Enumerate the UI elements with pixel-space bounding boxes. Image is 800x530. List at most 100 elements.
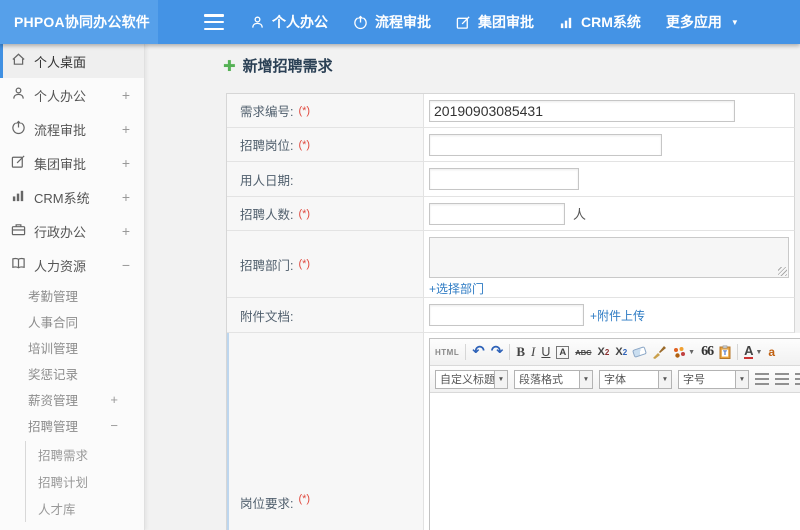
align-right-icon[interactable] [795, 373, 800, 385]
field-label-cell: 附件文档: [227, 298, 424, 332]
expand-plus-icon[interactable]: + [110, 392, 118, 407]
eraser-button[interactable] [632, 346, 648, 358]
sidebar-item-recruitment[interactable]: 招聘管理 − [0, 412, 144, 438]
field-label-cell: 招聘岗位: (*) [227, 128, 424, 161]
field-value-cell: HTML ↶ ↷ B I U A ABC X2 X2 ▼ 66 T A ▼ a … [424, 333, 800, 530]
nav-more-apps[interactable]: 更多应用 ▼ [666, 12, 739, 32]
headcount-input[interactable] [429, 202, 565, 225]
sidebar-subitem-label: 考勤管理 [28, 289, 79, 304]
hamburger-menu-icon[interactable] [204, 14, 224, 30]
align-left-icon[interactable] [755, 373, 769, 385]
nav-group-approval[interactable]: 集团审批 [456, 12, 534, 32]
subscript-button[interactable]: X2 [615, 346, 627, 358]
sidebar-item-salary[interactable]: 薪资管理 + [0, 386, 144, 412]
recruit-position-input[interactable] [429, 133, 662, 156]
auto-format-button[interactable]: a [768, 345, 775, 359]
superscript-2: 2 [604, 347, 610, 357]
field-label-cell: 招聘部门: (*) [227, 231, 424, 297]
paste-text-button[interactable]: T [719, 345, 731, 359]
nav-process-approval[interactable]: 流程审批 [353, 12, 431, 32]
blockquote-button[interactable]: 66 [701, 344, 714, 360]
sidebar-item-crm-system[interactable]: CRM系统 + [0, 180, 144, 214]
custom-title-select[interactable]: 自定义标题 ▼ [435, 369, 508, 389]
bold-button[interactable]: B [516, 344, 525, 360]
sidebar-subitem-label: 薪资管理 [28, 393, 79, 408]
form-row-attachment: 附件文档: +附件上传 [227, 298, 795, 333]
select-value: 字号 [683, 374, 705, 386]
align-center-icon[interactable] [775, 373, 789, 385]
source-code-button[interactable]: HTML [435, 348, 459, 357]
field-value-cell [424, 128, 794, 161]
sidebar-item-process-approval[interactable]: 流程审批 + [0, 112, 144, 146]
underline-button[interactable]: U [541, 345, 550, 359]
field-label: 附件文档: [240, 309, 294, 324]
sidebar-item-admin-office[interactable]: 行政办公 + [0, 214, 144, 248]
field-label-cell: 岗位要求: (*) [227, 333, 424, 530]
strikethrough-button[interactable]: ABC [575, 348, 591, 357]
collapse-minus-icon[interactable]: − [110, 418, 118, 433]
redo-button[interactable]: ↷ [491, 344, 504, 359]
superscript-button[interactable]: X2 [598, 346, 610, 358]
sidebar-item-recruit-demand[interactable]: 招聘需求 [26, 441, 144, 468]
subscript-2: 2 [622, 347, 628, 357]
font-border-button[interactable]: A [556, 345, 570, 359]
demand-code-input[interactable] [429, 99, 735, 122]
color-palette-button[interactable]: ▼ [672, 346, 695, 359]
form-row-department: 招聘部门: (*) +选择部门 [227, 231, 795, 298]
field-label: 岗位要求: [240, 497, 294, 511]
sidebar-item-personal-desktop[interactable]: 个人桌面 [0, 44, 144, 78]
undo-button[interactable]: ↶ [472, 344, 485, 359]
sidebar-item-human-resources[interactable]: 人力资源 − [0, 248, 144, 282]
paragraph-format-select[interactable]: 段落格式 ▼ [514, 369, 593, 389]
sidebar-item-hr-contract[interactable]: 人事合同 [0, 308, 144, 334]
sidebar-item-attendance[interactable]: 考勤管理 [0, 282, 144, 308]
toolbar-separator [737, 344, 739, 360]
field-value-cell: +附件上传 [424, 298, 794, 332]
font-family-select[interactable]: 字体 ▼ [599, 369, 672, 389]
collapse-minus-icon[interactable]: − [122, 257, 130, 273]
clipboard-icon: T [719, 345, 731, 359]
italic-button[interactable]: I [531, 344, 535, 360]
briefcase-icon [11, 222, 26, 240]
font-color-button[interactable]: A ▼ [744, 344, 763, 359]
expand-plus-icon[interactable]: + [122, 223, 130, 239]
upload-attachment-link[interactable]: +附件上传 [590, 307, 645, 324]
editor-toolbar-row-1: HTML ↶ ↷ B I U A ABC X2 X2 ▼ 66 T A ▼ a [430, 339, 800, 366]
field-value-cell [424, 162, 794, 196]
format-brush-button[interactable] [652, 345, 667, 359]
resize-grip-icon[interactable] [778, 267, 787, 276]
field-label: 用人日期: [240, 173, 294, 188]
department-textarea[interactable] [429, 237, 789, 278]
select-department-link[interactable]: +选择部门 [429, 280, 484, 297]
expand-plus-icon[interactable]: + [122, 87, 130, 103]
attachment-input[interactable] [429, 304, 584, 326]
expand-plus-icon[interactable]: + [122, 189, 130, 205]
expand-plus-icon[interactable]: + [122, 121, 130, 137]
expand-plus-icon[interactable]: + [122, 155, 130, 171]
sidebar-subitem-label: 奖惩记录 [28, 367, 79, 382]
sidebar-item-personal-office[interactable]: 个人办公 + [0, 78, 144, 112]
hire-date-input[interactable] [429, 168, 579, 190]
form-row-date: 用人日期: [227, 162, 795, 197]
page-title: ✚ 新增招聘需求 [223, 55, 333, 76]
chevron-down-icon: ▼ [579, 370, 592, 388]
recruitment-submenu: 招聘需求 招聘计划 人才库 [25, 441, 144, 522]
required-marker: (*) [298, 138, 311, 151]
person-icon [250, 15, 265, 30]
nav-label: 个人办公 [272, 14, 328, 30]
app-logo[interactable]: PHPOA协同办公软件 [0, 0, 158, 44]
sidebar-item-training[interactable]: 培训管理 [0, 334, 144, 360]
nav-personal-office[interactable]: 个人办公 [250, 12, 328, 32]
sidebar-item-rewards[interactable]: 奖惩记录 [0, 360, 144, 386]
sidebar-item-recruit-plan[interactable]: 招聘计划 [26, 468, 144, 495]
sidebar-item-talent-pool[interactable]: 人才库 [26, 495, 144, 522]
editor-content-area[interactable] [430, 393, 800, 530]
field-value-cell: 人 [424, 197, 794, 230]
font-size-select[interactable]: 字号 ▼ [678, 369, 749, 389]
topbar: PHPOA协同办公软件 个人办公 流程审批 集团审批 CRM系统 更多应用 ▼ [0, 0, 800, 44]
sidebar-item-group-approval[interactable]: 集团审批 + [0, 146, 144, 180]
sidebar-subitem-label: 培训管理 [28, 341, 79, 356]
app-window: PHPOA协同办公软件 个人办公 流程审批 集团审批 CRM系统 更多应用 ▼ … [0, 0, 800, 530]
chevron-down-icon: ▼ [755, 348, 763, 356]
nav-crm-system[interactable]: CRM系统 [559, 12, 641, 32]
